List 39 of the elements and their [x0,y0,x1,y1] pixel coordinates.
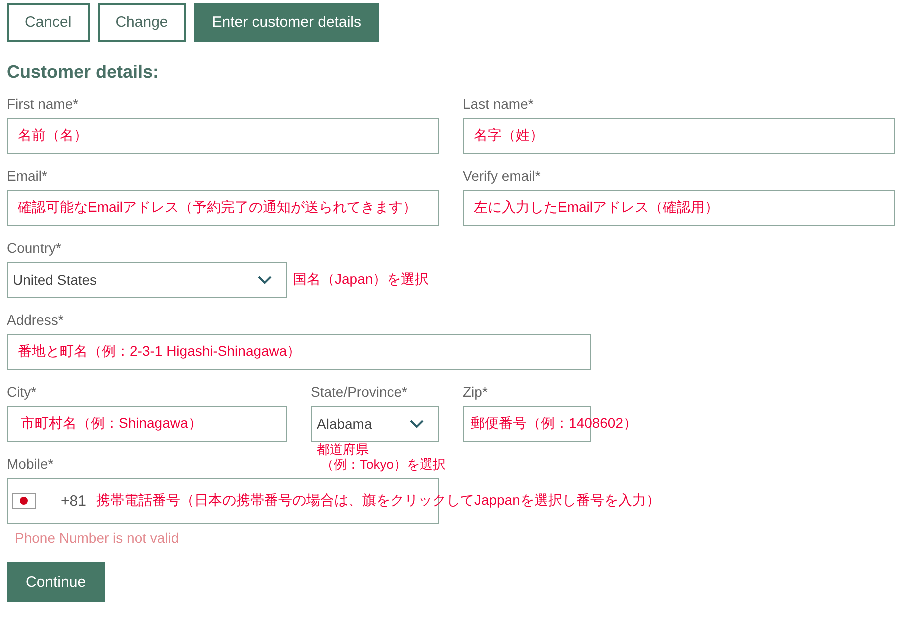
text-field[interactable]: 市町村名（例：Shinagawa） [7,406,287,442]
field-label: State/Province* [311,384,408,400]
nav-button[interactable]: Enter customer details [194,3,380,42]
annotation-text: 携帯電話番号（日本の携帯番号の場合は、旗をクリックしてJappanを選択し番号を入力） [96,492,660,510]
text-field[interactable]: 確認可能なEmailアドレス（予約完了の通知が送られてきます） [7,190,439,226]
annotation-text: （例：Tokyo）を選択 [321,457,446,472]
field-label: Verify email* [463,168,541,184]
text-field[interactable]: 名字（姓） [463,118,895,154]
error-message: Phone Number is not valid [15,530,180,546]
field-label: City* [7,384,37,400]
annotation-text: 名前（名） [18,127,88,145]
annotation-text: 国名（Japan）を選択 [293,271,430,289]
annotation-text: 郵便番号（例：1408602） [471,415,638,433]
dial-code: +81 [61,492,86,510]
annotation-text: 確認可能なEmailアドレス（予約完了の通知が送られてきます） [18,199,418,217]
state-select[interactable]: Alabama [311,406,439,442]
field-label: Email* [7,168,48,184]
annotation-text: 都道府県 [317,442,369,457]
annotation-text: 市町村名（例：Shinagawa） [20,415,202,433]
nav-button[interactable]: Cancel [7,3,90,42]
continue-button[interactable]: Continue [7,562,106,602]
field-label: First name* [7,96,79,112]
chevron-down-icon [258,276,272,284]
nav-button[interactable]: Change [98,3,186,42]
field-label: Mobile* [7,456,54,472]
section-heading: Customer details: [7,62,160,83]
field-label: Address* [7,312,64,328]
country-select[interactable]: United States [7,262,287,298]
annotation-text: 左に入力したEmailアドレス（確認用） [474,199,720,217]
annotation-text: 名字（姓） [474,127,544,145]
annotation-text: 番地と町名（例：2-3-1 Higashi-Shinagawa） [18,343,302,361]
field-label: Country* [7,240,62,256]
chevron-down-icon [410,420,424,428]
text-field[interactable]: 左に入力したEmailアドレス（確認用） [463,190,895,226]
field-label: Last name* [463,96,534,112]
flag-icon[interactable] [12,493,36,509]
text-field[interactable]: 番地と町名（例：2-3-1 Higashi-Shinagawa） [7,334,591,370]
text-field[interactable]: 名前（名） [7,118,439,154]
field-label: Zip* [463,384,488,400]
